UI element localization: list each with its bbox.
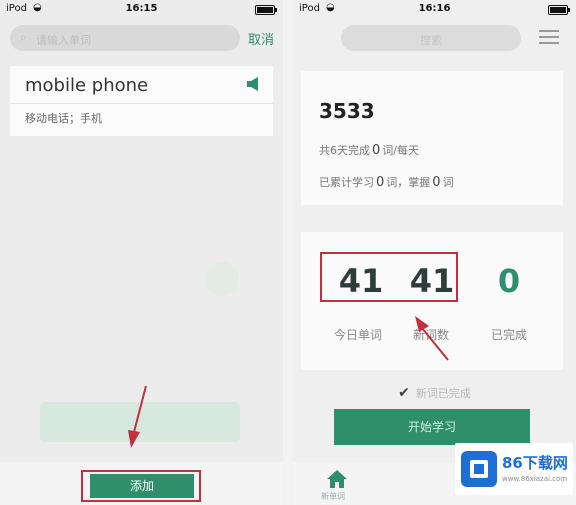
plan-value: 0 <box>372 143 381 158</box>
background-decoration <box>40 402 240 442</box>
left-phone-screen: iPod ◒ 16:15 ⌕ 请输入单词 取消 mobile phone 移动电… <box>0 0 283 505</box>
today-words-label: 今日单词 <box>333 328 382 342</box>
today-words-count: 41 <box>338 262 384 300</box>
progress-line: 已累计学习 0 词，掌握 0 词 <box>319 174 454 190</box>
new-words-count: 41 <box>409 262 455 300</box>
watermark-domain: www.86xiazai.com <box>502 475 568 483</box>
search-placeholder: 请输入单词 <box>36 34 91 47</box>
learned-value: 0 <box>376 175 385 190</box>
status-bar: iPod ◒ 16:16 <box>293 0 576 18</box>
background-decoration <box>205 262 239 296</box>
stats-card: 3533 共6天完成 0 词/每天 已累计学习 0 词，掌握 0 词 <box>301 71 563 205</box>
word-result-card[interactable]: mobile phone 移动电话；手机 <box>10 66 273 136</box>
search-icon: ⌕ <box>20 30 27 44</box>
mastered-value: 0 <box>432 175 441 190</box>
completed-label: 已完成 <box>490 328 527 342</box>
status-bar: iPod ◒ 16:15 <box>0 0 283 18</box>
new-words-label: 新词数 <box>412 328 449 342</box>
card-divider <box>10 103 273 104</box>
cancel-button[interactable]: 取消 <box>248 29 274 48</box>
status-time: 16:15 <box>125 3 158 14</box>
right-phone-screen: iPod ◒ 16:16 搜索 3533 共6天完成 0 词/每天 已累计学习 0 词，… <box>293 0 576 505</box>
search-placeholder: 搜索 <box>420 34 442 47</box>
battery-icon <box>255 5 277 15</box>
completed-count: 0 <box>497 262 521 300</box>
status-time: 16:16 <box>418 3 451 14</box>
home-icon[interactable] <box>326 469 348 489</box>
progress-suffix: 词 <box>442 176 454 189</box>
watermark-brand: 86下载网 <box>502 454 568 472</box>
search-input[interactable]: 搜索 <box>341 25 521 51</box>
progress-prefix: 已累计学习 <box>319 176 374 189</box>
done-label: 新词已完成 <box>415 387 471 400</box>
menu-icon[interactable] <box>539 28 559 46</box>
start-learning-button[interactable]: 开始学习 <box>334 409 530 445</box>
battery-icon <box>548 5 570 15</box>
plan-line: 共6天完成 0 词/每天 <box>319 142 419 158</box>
plan-suffix: 词/每天 <box>382 144 419 157</box>
speaker-icon[interactable] <box>246 76 260 92</box>
watermark-badge: 86下载网 www.86xiazai.com <box>455 443 573 495</box>
site-logo-icon <box>461 451 497 487</box>
plan-prefix: 共6天完成 <box>319 144 370 157</box>
word-meaning: 移动电话；手机 <box>25 112 102 125</box>
tab-home-label[interactable]: 新单词 <box>321 491 345 502</box>
check-icon: ✔ <box>398 385 410 401</box>
progress-mid: 词，掌握 <box>386 176 431 189</box>
search-input[interactable]: ⌕ 请输入单词 <box>10 25 240 51</box>
word-text: mobile phone <box>25 75 149 96</box>
total-words: 3533 <box>319 99 375 123</box>
done-status: ✔ 新词已完成 <box>293 385 576 401</box>
add-button[interactable]: 添加 <box>90 474 194 498</box>
